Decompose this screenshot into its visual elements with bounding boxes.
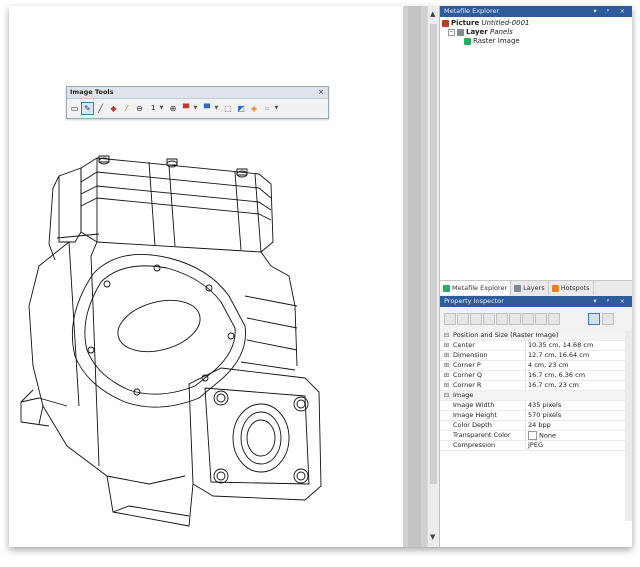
prop-row[interactable]: ⊞ Center 10.35 cm, 14.68 cm <box>440 341 632 351</box>
fill-color-dropdown-icon[interactable]: ▼ <box>193 105 199 111</box>
tb-icon-1[interactable] <box>444 313 456 325</box>
app-window: Image Tools × ▭ ✎ ╱ ◆ ⁄ ⊖ 1 ▼ ⊕ ▀ ▼ ▀ ▼ … <box>9 6 632 547</box>
tab-hotspots[interactable]: Hotspots <box>549 281 594 295</box>
collapse-icon[interactable]: − <box>448 29 455 36</box>
selection-icon[interactable]: ⬚ <box>222 103 233 114</box>
tree-item-raster[interactable]: Raster Image <box>442 37 632 46</box>
prop-row[interactable]: ⊞ Corner Q 16.7 cm, 6.36 cm <box>440 371 632 381</box>
collapse-icon[interactable]: ⊟ <box>440 331 453 340</box>
splitter[interactable] <box>403 6 427 547</box>
layer-icon <box>457 29 464 36</box>
tree-item-picture[interactable]: Picture Untitled-0001 <box>442 19 632 28</box>
explorer-tabs: Metafile Explorer Layers Hotspots <box>440 280 632 296</box>
tb-icon-2[interactable] <box>457 313 469 325</box>
size-dropdown-icon[interactable]: ▼ <box>159 105 165 111</box>
crop-icon[interactable]: ⌗ <box>261 103 272 114</box>
metafile-explorer-title: Metafile Explorer ▾ ᵖ × <box>440 6 632 17</box>
tb-icon-4[interactable] <box>483 313 495 325</box>
tb-icon-7[interactable] <box>522 313 534 325</box>
scroll-up-icon[interactable]: ▲ <box>430 10 435 18</box>
eraser-icon[interactable]: ◆ <box>108 103 119 114</box>
scroll-down-icon[interactable]: ▼ <box>430 533 435 541</box>
categorized-icon[interactable] <box>588 313 600 325</box>
prop-row[interactable]: ⊞ Dimension 12.7 cm, 16.64 cm <box>440 351 632 361</box>
drawing-canvas[interactable]: Image Tools × ▭ ✎ ╱ ◆ ⁄ ⊖ 1 ▼ ⊕ ▀ ▼ ▀ ▼ … <box>9 6 403 547</box>
plus-circle-icon[interactable]: ⊕ <box>167 103 178 114</box>
inspector-toolbar <box>440 307 632 332</box>
tree-item-layer[interactable]: − Layer Panels <box>442 28 632 37</box>
line-color-icon[interactable]: ▀ <box>201 103 212 114</box>
close-icon[interactable]: × <box>318 87 324 98</box>
panel-controls-icon[interactable]: ▾ ᵖ × <box>593 6 629 17</box>
property-grid: ⊟ Position and Size (Raster Image) ⊞ Cent… <box>440 331 632 451</box>
group-image[interactable]: ⊟ Image <box>440 391 632 401</box>
prop-row[interactable]: Color Depth 24 bpp <box>440 421 632 431</box>
line-color-dropdown-icon[interactable]: ▼ <box>214 105 220 111</box>
text-tool-icon[interactable] <box>470 313 482 325</box>
color-picker-icon[interactable]: ⁄ <box>121 103 132 114</box>
tb-icon-8[interactable] <box>535 313 547 325</box>
prop-row[interactable]: Image Height 570 pixels <box>440 411 632 421</box>
property-inspector-panel: Property Inspector ▾ ᵖ × ⊟ Position and … <box>439 296 632 547</box>
layers-tab-icon <box>514 284 522 292</box>
pencil-icon[interactable]: ✎ <box>81 101 94 115</box>
line-icon[interactable]: ╱ <box>95 103 106 114</box>
property-scrollbar[interactable] <box>625 331 632 521</box>
fill-color-icon[interactable]: ▀ <box>180 103 191 114</box>
group-position-size[interactable]: ⊟ Position and Size (Raster Image) <box>440 331 632 341</box>
prop-row[interactable]: Image Width 435 pixels <box>440 401 632 411</box>
color-swatch[interactable] <box>528 431 537 440</box>
scroll-thumb[interactable] <box>430 24 437 484</box>
sort-az-icon[interactable] <box>602 313 614 325</box>
metafile-explorer-panel: Metafile Explorer ▾ ᵖ × Picture Untitled… <box>439 6 632 296</box>
tab-layers[interactable]: Layers <box>511 281 549 295</box>
metafile-tab-icon <box>443 284 450 292</box>
tb-icon-9[interactable] <box>548 313 560 325</box>
image-tools-row: ▭ ✎ ╱ ◆ ⁄ ⊖ 1 ▼ ⊕ ▀ ▼ ▀ ▼ ⬚ ◩ ◈ ⌗ ▼ <box>67 99 328 117</box>
image-tools-title: Image Tools × <box>67 87 328 99</box>
panel-controls-icon[interactable]: ▾ ᵖ × <box>593 296 629 307</box>
tab-metafile-explorer[interactable]: Metafile Explorer <box>440 281 512 295</box>
rotate-icon[interactable]: ◈ <box>248 103 259 114</box>
prop-row[interactable]: Compression JPEG <box>440 441 632 451</box>
image-tools-toolbar[interactable]: Image Tools × ▭ ✎ ╱ ◆ ⁄ ⊖ 1 ▼ ⊕ ▀ ▼ ▀ ▼ … <box>66 86 329 119</box>
hotspots-tab-icon <box>551 284 559 292</box>
picture-icon <box>442 20 449 27</box>
tb-icon-6[interactable] <box>509 313 521 325</box>
select-rectangle-icon[interactable]: ▭ <box>69 103 80 114</box>
prop-row[interactable]: Transparent Color None <box>440 431 632 441</box>
flip-icon[interactable]: ◩ <box>235 103 246 114</box>
property-inspector-title: Property Inspector ▾ ᵖ × <box>440 296 632 307</box>
metafile-tree: Picture Untitled-0001 − Layer Panels Ras… <box>440 17 632 46</box>
raster-image-icon <box>464 38 471 45</box>
prop-row[interactable]: ⊞ Corner R 16.7 cm, 23 cm <box>440 381 632 391</box>
crop-dropdown-icon[interactable]: ▼ <box>274 105 280 111</box>
prop-row[interactable]: ⊞ Corner P4 cm, 23 cm <box>440 361 632 371</box>
minus-circle-icon[interactable]: ⊖ <box>134 103 145 114</box>
collapse-icon[interactable]: ⊟ <box>440 391 453 400</box>
size-value[interactable]: 1 <box>151 104 155 112</box>
tb-icon-5[interactable] <box>496 313 508 325</box>
